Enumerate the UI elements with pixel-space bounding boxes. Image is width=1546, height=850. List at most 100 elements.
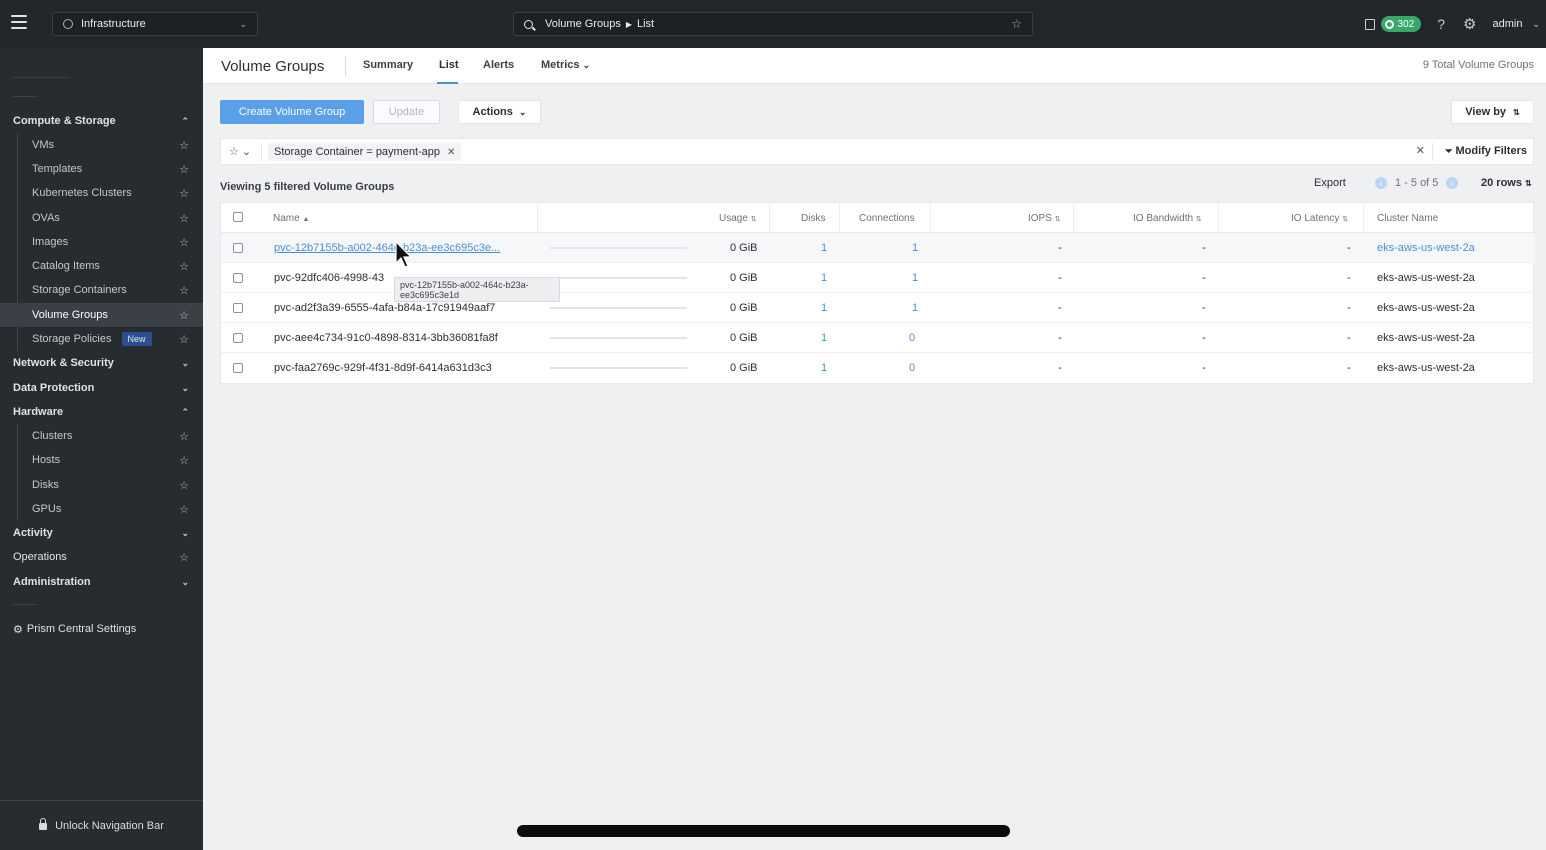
global-search-bar[interactable]: Volume Groups ▶ List ☆ <box>513 12 1033 36</box>
star-icon[interactable]: ☆ <box>179 139 189 152</box>
volume-group-name-link[interactable]: pvc-92dfc406-4998-43 <box>274 272 384 284</box>
previous-page-icon[interactable]: ‹ <box>1375 177 1387 189</box>
sidebar-item-hosts[interactable]: Hosts ☆ <box>0 448 203 472</box>
rows-per-page-select[interactable]: 20 rows ⇅ <box>1481 177 1532 189</box>
connections-count-link[interactable]: 0 <box>909 362 915 374</box>
connections-count-link[interactable]: 1 <box>912 272 918 284</box>
sidebar-item-images[interactable]: Images ☆ <box>0 230 203 254</box>
tab-alerts[interactable]: Alerts <box>483 59 514 71</box>
disks-count-link[interactable]: 1 <box>821 362 827 374</box>
sidebar-item-clusters[interactable]: Clusters ☆ <box>0 424 203 448</box>
sidebar-item-gpus[interactable]: GPUs ☆ <box>0 497 203 521</box>
disks-count-link[interactable]: 1 <box>821 302 827 314</box>
star-icon[interactable]: ☆ <box>179 333 189 346</box>
clear-filters-icon[interactable]: ✕ <box>1416 144 1425 157</box>
star-icon[interactable]: ☆ <box>179 503 189 516</box>
connections-count-link[interactable]: 1 <box>912 242 918 254</box>
next-page-icon[interactable]: › <box>1446 177 1459 189</box>
sidebar-section-hardware[interactable]: Hardware ⌃ <box>0 400 203 424</box>
sidebar-section-activity[interactable]: Activity ⌄ <box>0 521 203 545</box>
sidebar-item-ovas[interactable]: OVAs ☆ <box>0 206 203 230</box>
tab-metrics[interactable]: Metrics ⌄ <box>541 59 590 71</box>
sidebar-section-data-protection[interactable]: Data Protection ⌄ <box>0 376 203 400</box>
row-checkbox[interactable] <box>233 303 243 313</box>
star-icon[interactable]: ☆ <box>179 309 189 322</box>
disks-count-link[interactable]: 1 <box>821 242 827 254</box>
volume-group-name-link[interactable]: pvc-faa2769c-929f-4f31-8d9f-6414a631d3c3 <box>274 362 492 374</box>
row-checkbox[interactable] <box>233 273 243 283</box>
table-row[interactable]: pvc-faa2769c-929f-4f31-8d9f-6414a631d3c3… <box>221 353 1535 383</box>
sidebar-item-vms[interactable]: VMs ☆ <box>0 133 203 157</box>
chevron-down-icon[interactable]: ⌄ <box>1532 19 1540 30</box>
modify-filters-button[interactable]: ⏷ Modify Filters <box>1445 145 1527 157</box>
view-by-dropdown[interactable]: View by ⇅ <box>1451 100 1534 124</box>
star-icon[interactable]: ☆ <box>179 260 189 273</box>
column-header-disks[interactable]: Disks <box>801 213 825 224</box>
column-header-name[interactable]: Name ▲ <box>273 213 309 224</box>
sidebar-item-storage-policies[interactable]: Storage Policies New ☆ <box>0 327 203 351</box>
tasks-icon[interactable] <box>1364 18 1375 30</box>
row-checkbox[interactable] <box>233 333 243 343</box>
sidebar-item-kubernetes-clusters[interactable]: Kubernetes Clusters ☆ <box>0 181 203 205</box>
actions-dropdown[interactable]: Actions ⌄ <box>458 100 541 124</box>
star-icon[interactable]: ☆ <box>179 454 189 467</box>
create-volume-group-button[interactable]: Create Volume Group <box>220 100 364 124</box>
table-row[interactable]: pvc-12b7155b-a002-464c-b23a-ee3c695c3e..… <box>221 233 1535 263</box>
volume-group-name-link[interactable]: pvc-ad2f3a39-6555-4afa-b84a-17c91949aaf7 <box>274 302 495 314</box>
sidebar-item-catalog-items[interactable]: Catalog Items ☆ <box>0 254 203 278</box>
sidebar-section-network-security[interactable]: Network & Security ⌄ <box>0 351 203 375</box>
cluster-name[interactable]: eks-aws-us-west-2a <box>1377 272 1475 284</box>
disks-count-link[interactable]: 1 <box>821 332 827 344</box>
sidebar-item-volume-groups[interactable]: Volume Groups ☆ <box>0 303 203 327</box>
context-selector[interactable]: Infrastructure ⌄ <box>52 12 258 36</box>
star-icon[interactable]: ☆ <box>179 479 189 492</box>
star-icon[interactable]: ☆ <box>179 430 189 443</box>
star-icon[interactable]: ☆ <box>179 163 189 176</box>
tab-summary[interactable]: Summary <box>363 59 413 71</box>
volume-group-name-link[interactable]: pvc-aee4c734-91c0-4898-8314-3bb36081fa8f <box>274 332 498 344</box>
sidebar-section-administration[interactable]: Administration ⌄ <box>0 570 203 594</box>
tab-list[interactable]: List <box>439 59 459 71</box>
remove-filter-icon[interactable]: ✕ <box>447 147 455 158</box>
column-header-connections[interactable]: Connections <box>859 213 915 224</box>
star-icon[interactable]: ☆ <box>179 236 189 249</box>
row-checkbox[interactable] <box>233 363 243 373</box>
bookmark-star-icon[interactable]: ☆ <box>1011 17 1022 31</box>
cluster-name[interactable]: eks-aws-us-west-2a <box>1377 302 1475 314</box>
gear-icon[interactable]: ⚙ <box>1463 15 1476 33</box>
saved-filters-star-icon[interactable]: ☆ ⌄ <box>229 145 251 158</box>
cluster-name[interactable]: eks-aws-us-west-2a <box>1377 332 1475 344</box>
sidebar-item-storage-containers[interactable]: Storage Containers ☆ <box>0 278 203 302</box>
connections-count-link[interactable]: 0 <box>909 332 915 344</box>
column-header-iops[interactable]: IOPS ⇅ <box>1028 213 1061 224</box>
cluster-name[interactable]: eks-aws-us-west-2a <box>1377 362 1475 374</box>
filter-chip[interactable]: Storage Container = payment-app ✕ <box>268 143 462 161</box>
sidebar-item-disks[interactable]: Disks ☆ <box>0 473 203 497</box>
volume-group-name-link[interactable]: pvc-12b7155b-a002-464c-b23a-ee3c695c3e..… <box>274 242 500 254</box>
alerts-badge[interactable]: 302 <box>1380 16 1422 32</box>
sidebar-section-compute-storage[interactable]: Compute & Storage ⌃ <box>0 109 203 133</box>
select-all-checkbox[interactable] <box>233 212 243 222</box>
connections-count-link[interactable]: 1 <box>912 302 918 314</box>
row-checkbox[interactable] <box>233 243 243 253</box>
table-row[interactable]: pvc-aee4c734-91c0-4898-8314-3bb36081fa8f… <box>221 323 1535 353</box>
help-icon[interactable]: ? <box>1437 16 1445 32</box>
disks-count-link[interactable]: 1 <box>821 272 827 284</box>
column-header-usage[interactable]: Usage ⇅ <box>719 213 757 224</box>
update-button[interactable]: Update <box>373 100 440 124</box>
sidebar-item-operations[interactable]: Operations ☆ <box>0 545 203 569</box>
star-icon[interactable]: ☆ <box>179 551 189 564</box>
hamburger-menu-icon[interactable] <box>11 15 27 29</box>
unlock-navigation-bar-button[interactable]: Unlock Navigation Bar <box>0 800 203 850</box>
star-icon[interactable]: ☆ <box>179 212 189 225</box>
export-button[interactable]: Export <box>1314 177 1346 189</box>
column-header-cluster-name[interactable]: Cluster Name <box>1377 213 1438 224</box>
sidebar-item-templates[interactable]: Templates ☆ <box>0 157 203 181</box>
star-icon[interactable]: ☆ <box>179 187 189 200</box>
star-icon[interactable]: ☆ <box>179 284 189 297</box>
column-header-io-bandwidth[interactable]: IO Bandwidth ⇅ <box>1133 213 1202 224</box>
sidebar-item-prism-central-settings[interactable]: ⚙ Prism Central Settings <box>0 617 203 641</box>
user-menu[interactable]: admin <box>1492 18 1522 30</box>
column-header-io-latency[interactable]: IO Latency ⇅ <box>1291 213 1348 224</box>
cluster-name-link[interactable]: eks-aws-us-west-2a <box>1377 242 1475 254</box>
